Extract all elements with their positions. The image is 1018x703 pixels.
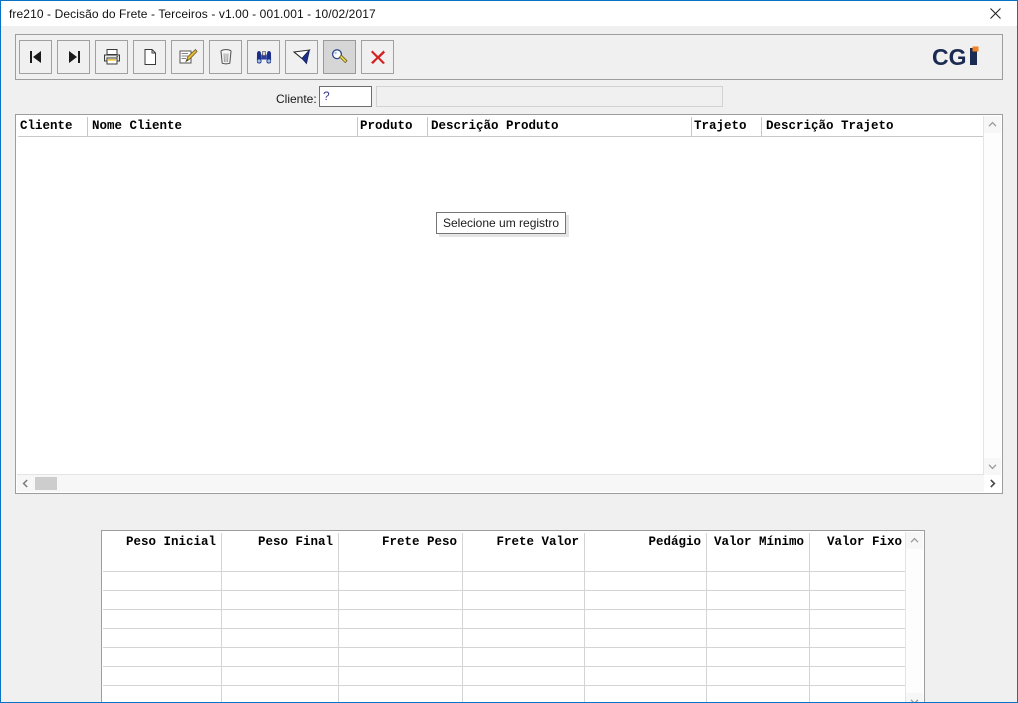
trash-icon xyxy=(220,49,231,65)
binoculars-icon xyxy=(256,51,271,64)
column-header-descricao-produto[interactable]: Descrição Produto xyxy=(431,117,559,135)
cgi-logo: CG xyxy=(932,43,986,71)
column-header-descricao-trajeto[interactable]: Descrição Trajeto xyxy=(766,117,894,135)
magnifier-icon xyxy=(331,49,348,64)
table-row[interactable] xyxy=(103,685,905,702)
document-icon xyxy=(144,49,156,65)
chevron-up-icon xyxy=(988,121,997,127)
column-header-valor-fixo[interactable]: Valor Fixo xyxy=(809,532,905,553)
toolbar-edit-button[interactable] xyxy=(171,40,204,74)
svg-text:CG: CG xyxy=(932,44,967,70)
chevron-right-icon xyxy=(989,479,996,488)
toolbar-delete-button[interactable] xyxy=(209,40,242,74)
freight-table-viewport: Peso Inicial Peso Final Frete Peso Frete… xyxy=(103,532,905,702)
clients-grid-vertical-track[interactable] xyxy=(984,133,1001,458)
clients-grid: Cliente Nome Cliente Produto Descrição P… xyxy=(15,114,1003,494)
cgi-logo-icon: CG xyxy=(932,44,979,70)
column-header-frete-peso[interactable]: Frete Peso xyxy=(338,532,462,553)
chevron-up-icon xyxy=(910,537,919,543)
column-header-peso-inicial[interactable]: Peso Inicial xyxy=(103,532,221,553)
cliente-filter-row: Cliente: ? xyxy=(15,86,1003,112)
clients-grid-header: Cliente Nome Cliente Produto Descrição P… xyxy=(18,117,984,137)
chevron-left-icon xyxy=(22,479,28,488)
red-x-icon xyxy=(370,50,385,64)
pencil-icon xyxy=(179,48,198,64)
window-title: fre210 - Decisão do Frete - Terceiros - … xyxy=(9,6,376,21)
toolbar-zoom-button[interactable] xyxy=(323,40,356,74)
toolbar-new-button[interactable] xyxy=(133,40,166,74)
tooltip: Selecione um registro xyxy=(436,212,567,234)
freight-vertical-track[interactable] xyxy=(906,549,923,693)
table-row[interactable] xyxy=(103,554,905,571)
column-header-valor-minimo[interactable]: Valor Mínimo xyxy=(706,532,809,553)
application-window: fre210 - Decisão do Frete - Terceiros - … xyxy=(0,0,1018,703)
scroll-up-button[interactable] xyxy=(984,116,1001,133)
clients-grid-horizontal-scrollbar[interactable] xyxy=(17,474,984,492)
toolbar-close-button[interactable] xyxy=(361,40,394,74)
toolbar: CG xyxy=(15,34,1003,80)
scroll-right-button[interactable] xyxy=(984,475,1000,492)
printer-icon xyxy=(103,49,120,65)
chevron-down-icon xyxy=(910,699,919,702)
freight-scroll-down-button[interactable] xyxy=(906,693,923,702)
first-record-icon xyxy=(29,51,41,63)
column-divider-1[interactable] xyxy=(87,117,88,136)
clients-grid-vertical-scrollbar[interactable] xyxy=(983,116,1001,475)
scroll-down-button[interactable] xyxy=(984,458,1001,475)
toolbar-last-record-button[interactable] xyxy=(57,40,90,74)
title-bar: fre210 - Decisão do Frete - Terceiros - … xyxy=(1,1,1017,27)
cliente-code-input[interactable]: ? xyxy=(319,86,372,107)
table-row[interactable] xyxy=(103,647,905,666)
freight-scroll-up-button[interactable] xyxy=(906,532,923,549)
column-header-produto[interactable]: Produto xyxy=(360,117,413,135)
window-close-button[interactable] xyxy=(973,2,1017,26)
close-icon xyxy=(989,8,1001,19)
table-row[interactable] xyxy=(103,628,905,647)
table-row[interactable] xyxy=(103,609,905,628)
toolbar-find-button[interactable] xyxy=(247,40,280,74)
table-row[interactable] xyxy=(103,590,905,609)
column-divider-4[interactable] xyxy=(691,117,692,136)
clients-grid-viewport: Cliente Nome Cliente Produto Descrição P… xyxy=(18,117,984,474)
toolbar-first-record-button[interactable] xyxy=(19,40,52,74)
column-header-nome-cliente[interactable]: Nome Cliente xyxy=(92,117,182,135)
client-area: CG Cliente: ? Cliente Nome Cliente Produ… xyxy=(2,26,1016,702)
freight-table-header: Peso Inicial Peso Final Frete Peso Frete… xyxy=(103,532,905,554)
freight-table-grid: Peso Inicial Peso Final Frete Peso Frete… xyxy=(101,530,925,702)
column-header-frete-valor[interactable]: Frete Valor xyxy=(462,532,584,553)
column-header-trajeto[interactable]: Trajeto xyxy=(694,117,747,135)
clients-grid-horizontal-thumb[interactable] xyxy=(35,477,57,490)
column-divider-3[interactable] xyxy=(427,117,428,136)
cliente-label: Cliente: xyxy=(276,92,317,106)
flag-icon xyxy=(292,49,311,65)
toolbar-print-button[interactable] xyxy=(95,40,128,74)
cliente-name-field xyxy=(376,86,723,107)
clients-grid-body[interactable] xyxy=(18,137,984,457)
last-record-icon xyxy=(68,51,80,63)
chevron-down-icon xyxy=(988,464,997,470)
column-divider-2[interactable] xyxy=(357,117,358,136)
freight-table-vertical-scrollbar[interactable] xyxy=(905,532,923,702)
freight-table-body[interactable] xyxy=(103,554,905,702)
table-row[interactable] xyxy=(103,571,905,590)
column-divider-5[interactable] xyxy=(761,117,762,136)
column-header-peso-final[interactable]: Peso Final xyxy=(221,532,338,553)
column-header-cliente[interactable]: Cliente xyxy=(20,117,73,135)
table-row[interactable] xyxy=(103,666,905,685)
column-header-pedagio[interactable]: Pedágio xyxy=(584,532,706,553)
toolbar-filter-button[interactable] xyxy=(285,40,318,74)
scroll-left-button[interactable] xyxy=(17,475,34,492)
